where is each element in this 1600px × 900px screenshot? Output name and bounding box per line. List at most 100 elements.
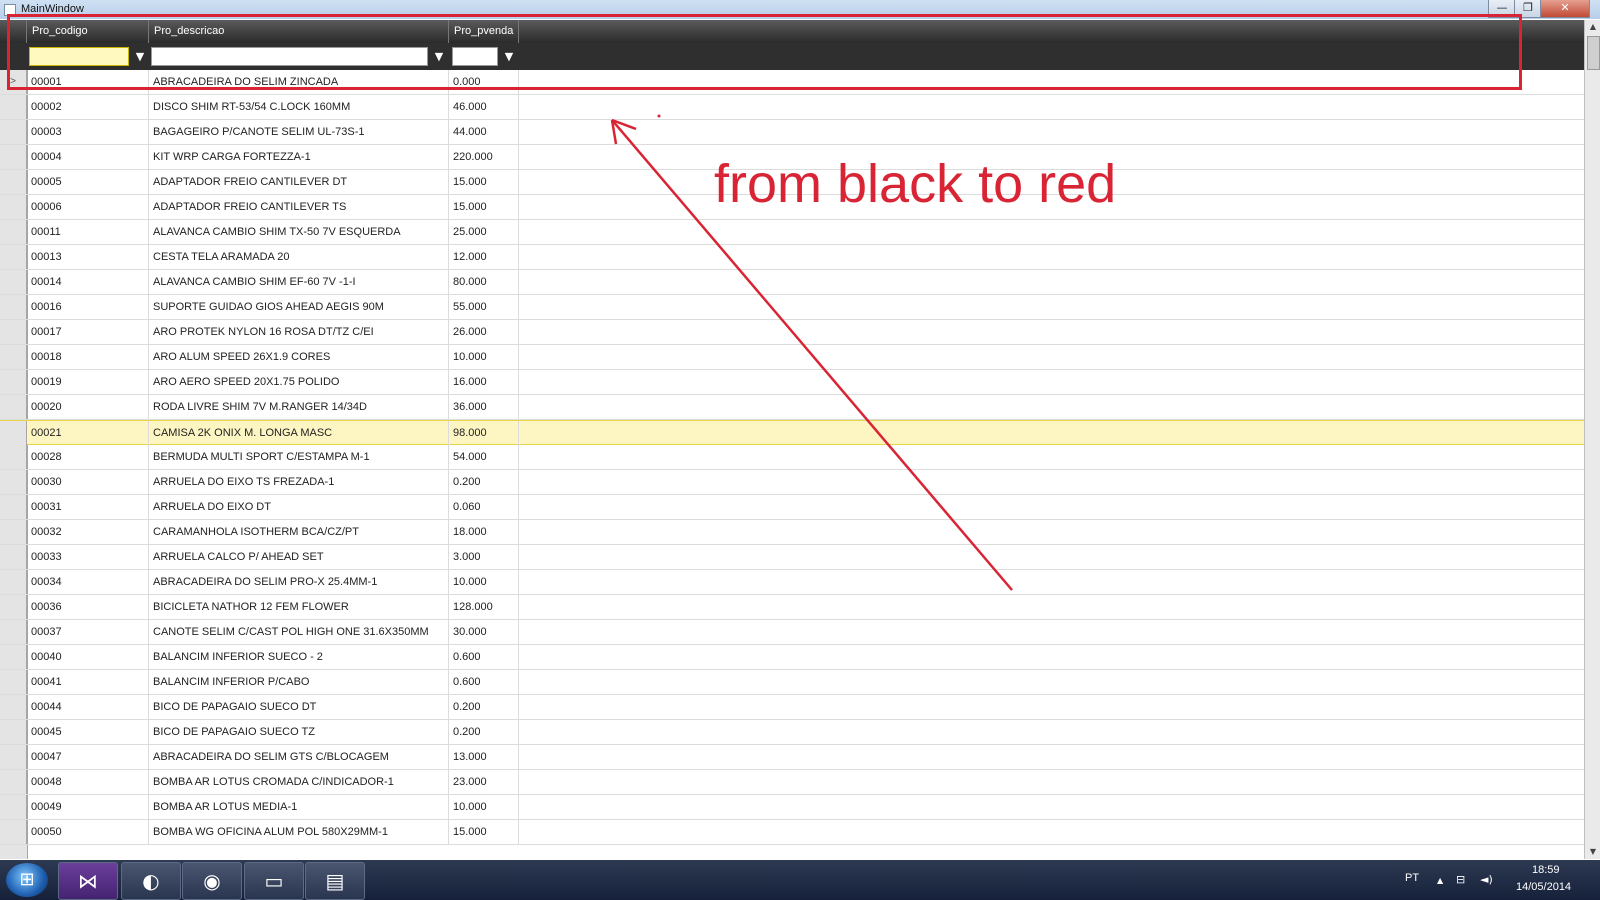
- cell-pro-codigo[interactable]: 00006: [27, 195, 149, 219]
- column-header-pro-descricao[interactable]: Pro_descricao: [149, 20, 449, 43]
- row-header[interactable]: [0, 145, 27, 169]
- row-header[interactable]: [0, 320, 27, 344]
- table-row[interactable]: 00014 ALAVANCA CAMBIO SHIM EF-60 7V -1-I 8…: [0, 270, 1584, 295]
- row-header[interactable]: [0, 195, 27, 219]
- filter-icon[interactable]: ▼: [133, 47, 147, 66]
- notepad-icon[interactable]: ▤: [305, 862, 365, 900]
- row-header[interactable]: [0, 95, 27, 119]
- cell-pro-codigo[interactable]: 00021: [27, 421, 149, 445]
- cell-pro-descricao[interactable]: ARRUELA DO EIXO DT: [149, 495, 449, 519]
- cell-pro-codigo[interactable]: 00017: [27, 320, 149, 344]
- row-header[interactable]: [0, 695, 27, 719]
- close-button[interactable]: ✕: [1540, 0, 1590, 18]
- cell-pro-codigo[interactable]: 00036: [27, 595, 149, 619]
- table-row[interactable]: 00032 CARAMANHOLA ISOTHERM BCA/CZ/PT 18.00…: [0, 520, 1584, 545]
- vertical-scrollbar[interactable]: ▲ ▼: [1584, 20, 1600, 859]
- row-header[interactable]: [0, 395, 27, 419]
- cell-pro-codigo[interactable]: 00040: [27, 645, 149, 669]
- cell-pro-pvenda[interactable]: 15.000: [449, 820, 519, 844]
- row-header[interactable]: [0, 670, 27, 694]
- table-row[interactable]: 00018 ARO ALUM SPEED 26X1.9 CORES 10.000: [0, 345, 1584, 370]
- cell-pro-descricao[interactable]: ARRUELA DO EIXO TS FREZADA-1: [149, 470, 449, 494]
- cell-pro-descricao[interactable]: DISCO SHIM RT-53/54 C.LOCK 160MM: [149, 95, 449, 119]
- cell-pro-descricao[interactable]: BERMUDA MULTI SPORT C/ESTAMPA M-1: [149, 445, 449, 469]
- column-header-pro-codigo[interactable]: Pro_codigo: [27, 20, 149, 43]
- cell-pro-pvenda[interactable]: 15.000: [449, 170, 519, 194]
- table-row[interactable]: 00028 BERMUDA MULTI SPORT C/ESTAMPA M-1 54…: [0, 445, 1584, 470]
- row-header[interactable]: [0, 770, 27, 794]
- cell-pro-descricao[interactable]: KIT WRP CARGA FORTEZZA-1: [149, 145, 449, 169]
- cell-pro-descricao[interactable]: BOMBA AR LOTUS MEDIA-1: [149, 795, 449, 819]
- cell-pro-descricao[interactable]: CARAMANHOLA ISOTHERM BCA/CZ/PT: [149, 520, 449, 544]
- cell-pro-descricao[interactable]: ALAVANCA CAMBIO SHIM TX-50 7V ESQUERDA: [149, 220, 449, 244]
- table-row[interactable]: 00044 BICO DE PAPAGAIO SUECO DT 0.200: [0, 695, 1584, 720]
- cell-pro-codigo[interactable]: 00033: [27, 545, 149, 569]
- table-row[interactable]: 00013 CESTA TELA ARAMADA 20 12.000: [0, 245, 1584, 270]
- cell-pro-codigo[interactable]: 00003: [27, 120, 149, 144]
- cell-pro-pvenda[interactable]: 98.000: [449, 421, 519, 445]
- cell-pro-codigo[interactable]: 00034: [27, 570, 149, 594]
- table-row[interactable]: 00011 ALAVANCA CAMBIO SHIM TX-50 7V ESQUE…: [0, 220, 1584, 245]
- cell-pro-codigo[interactable]: 00005: [27, 170, 149, 194]
- table-row[interactable]: 00003 BAGAGEIRO P/CANOTE SELIM UL-73S-1 44…: [0, 120, 1584, 145]
- table-row[interactable]: 00017 ARO PROTEK NYLON 16 ROSA DT/TZ C/EI…: [0, 320, 1584, 345]
- table-row[interactable]: 00049 BOMBA AR LOTUS MEDIA-1 10.000: [0, 795, 1584, 820]
- cell-pro-codigo[interactable]: 00013: [27, 245, 149, 269]
- cell-pro-descricao[interactable]: BICO DE PAPAGAIO SUECO DT: [149, 695, 449, 719]
- table-row[interactable]: 00033 ARRUELA CALCO P/ AHEAD SET 3.000: [0, 545, 1584, 570]
- cell-pro-codigo[interactable]: 00014: [27, 270, 149, 294]
- cell-pro-descricao[interactable]: ARO PROTEK NYLON 16 ROSA DT/TZ C/EI: [149, 320, 449, 344]
- row-header[interactable]: [0, 370, 27, 394]
- table-row[interactable]: 00020 RODA LIVRE SHIM 7V M.RANGER 14/34D 3…: [0, 395, 1584, 420]
- maximize-button[interactable]: ❐: [1514, 0, 1542, 18]
- table-row[interactable]: 00040 BALANCIM INFERIOR SUECO - 2 0.600: [0, 645, 1584, 670]
- cell-pro-descricao[interactable]: BICICLETA NATHOR 12 FEM FLOWER: [149, 595, 449, 619]
- filter-input-codigo[interactable]: [29, 47, 129, 66]
- header-corner[interactable]: [0, 20, 27, 43]
- clock-time[interactable]: 18:59: [1532, 864, 1560, 876]
- cell-pro-pvenda[interactable]: 10.000: [449, 345, 519, 369]
- row-header[interactable]: [0, 595, 27, 619]
- firefox-icon[interactable]: ◉: [182, 862, 242, 900]
- cell-pro-codigo[interactable]: 00032: [27, 520, 149, 544]
- scroll-down-icon[interactable]: ▼: [1585, 845, 1600, 859]
- cell-pro-descricao[interactable]: ADAPTADOR FREIO CANTILEVER TS: [149, 195, 449, 219]
- cell-pro-descricao[interactable]: BOMBA WG OFICINA ALUM POL 580X29MM-1: [149, 820, 449, 844]
- cell-pro-descricao[interactable]: ARO AERO SPEED 20X1.75 POLIDO: [149, 370, 449, 394]
- cell-pro-codigo[interactable]: 00002: [27, 95, 149, 119]
- filter-icon[interactable]: ▼: [502, 47, 516, 66]
- cell-pro-pvenda[interactable]: 18.000: [449, 520, 519, 544]
- cell-pro-descricao[interactable]: BOMBA AR LOTUS CROMADA C/INDICADOR-1: [149, 770, 449, 794]
- row-header[interactable]: >: [0, 70, 27, 94]
- cell-pro-descricao[interactable]: RODA LIVRE SHIM 7V M.RANGER 14/34D: [149, 395, 449, 419]
- cell-pro-pvenda[interactable]: 0.600: [449, 645, 519, 669]
- file-explorer-icon[interactable]: ▭: [244, 862, 304, 900]
- cell-pro-codigo[interactable]: 00044: [27, 695, 149, 719]
- cell-pro-pvenda[interactable]: 16.000: [449, 370, 519, 394]
- row-header[interactable]: [0, 220, 27, 244]
- cell-pro-descricao[interactable]: ALAVANCA CAMBIO SHIM EF-60 7V -1-I: [149, 270, 449, 294]
- table-row[interactable]: 00047 ABRACADEIRA DO SELIM GTS C/BLOCAGEM…: [0, 745, 1584, 770]
- table-row[interactable]: 00041 BALANCIM INFERIOR P/CABO 0.600: [0, 670, 1584, 695]
- cell-pro-codigo[interactable]: 00020: [27, 395, 149, 419]
- cell-pro-pvenda[interactable]: 23.000: [449, 770, 519, 794]
- cell-pro-pvenda[interactable]: 15.000: [449, 195, 519, 219]
- cell-pro-pvenda[interactable]: 220.000: [449, 145, 519, 169]
- table-row[interactable]: 00050 BOMBA WG OFICINA ALUM POL 580X29MM-…: [0, 820, 1584, 845]
- cell-pro-pvenda[interactable]: 10.000: [449, 795, 519, 819]
- cell-pro-pvenda[interactable]: 46.000: [449, 95, 519, 119]
- table-row[interactable]: >00001 ABRACADEIRA DO SELIM ZINCADA 0.000: [0, 70, 1584, 95]
- visual-studio-icon[interactable]: ⋈: [58, 862, 118, 900]
- cell-pro-pvenda[interactable]: 3.000: [449, 545, 519, 569]
- cell-pro-codigo[interactable]: 00016: [27, 295, 149, 319]
- cell-pro-codigo[interactable]: 00004: [27, 145, 149, 169]
- row-header[interactable]: [0, 470, 27, 494]
- table-row[interactable]: 00019 ARO AERO SPEED 20X1.75 POLIDO 16.000: [0, 370, 1584, 395]
- cell-pro-descricao[interactable]: SUPORTE GUIDAO GIOS AHEAD AEGIS 90M: [149, 295, 449, 319]
- row-header[interactable]: [0, 545, 27, 569]
- cell-pro-descricao[interactable]: ABRACADEIRA DO SELIM ZINCADA: [149, 70, 449, 94]
- cell-pro-descricao[interactable]: BALANCIM INFERIOR P/CABO: [149, 670, 449, 694]
- cell-pro-descricao[interactable]: CESTA TELA ARAMADA 20: [149, 245, 449, 269]
- cell-pro-pvenda[interactable]: 80.000: [449, 270, 519, 294]
- cell-pro-pvenda[interactable]: 25.000: [449, 220, 519, 244]
